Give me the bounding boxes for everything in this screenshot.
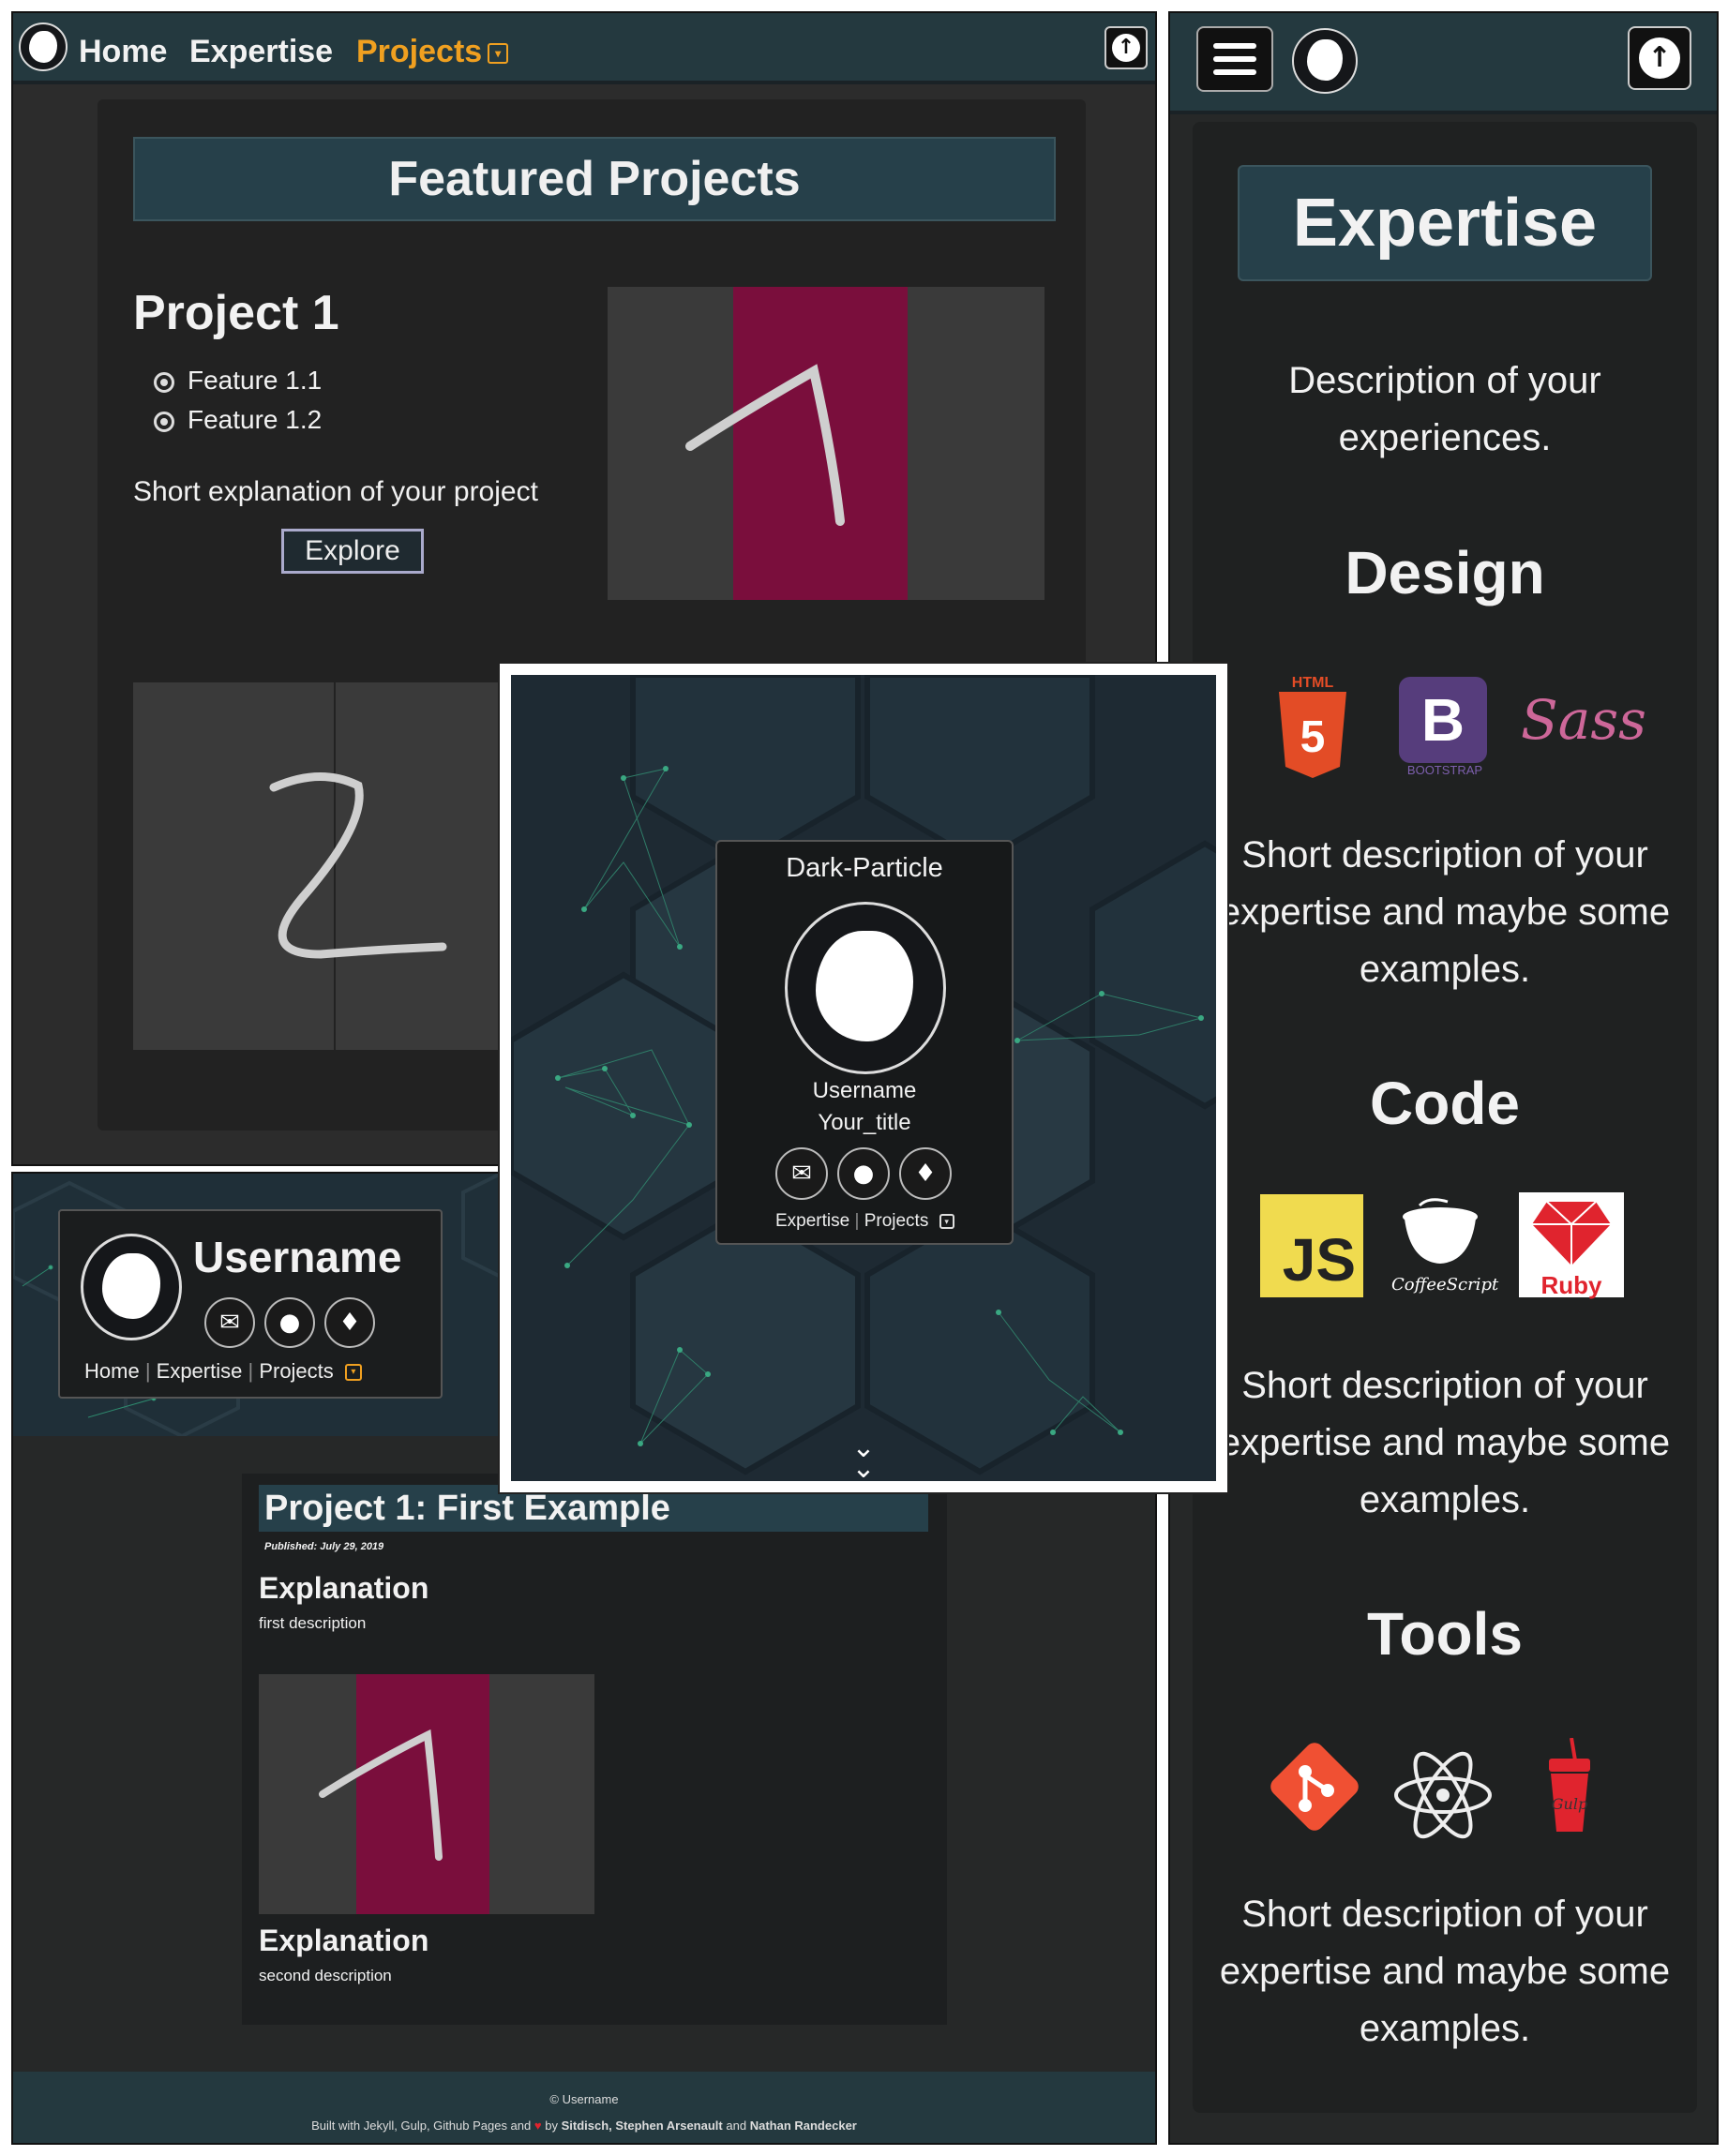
section-title-code: Code xyxy=(1370,1070,1520,1137)
section-heading: Explanation xyxy=(259,1571,429,1605)
chevron-down-icon[interactable]: ▾ xyxy=(344,1364,362,1382)
featured-projects-header: Featured Projects xyxy=(133,137,1056,221)
bootstrap-icon: B BOOTSTRAP xyxy=(1399,677,1491,789)
section-text-design: Short description of your expertise and … xyxy=(1219,834,1671,990)
user-title: Your_title xyxy=(818,1110,911,1135)
avatar[interactable] xyxy=(81,1234,182,1340)
particle-background: Dark-Particle Username Your_title ✉ ● ♦ … xyxy=(511,675,1216,1481)
site-logo[interactable] xyxy=(1292,28,1358,94)
section-title-tools: Tools xyxy=(1367,1600,1523,1668)
radio-icon xyxy=(154,371,174,393)
nav-expertise-link[interactable]: Expertise xyxy=(775,1211,849,1231)
double-chevron-down-icon[interactable]: ⌄ ⌄ xyxy=(511,1434,1216,1482)
section-title-design: Design xyxy=(1345,539,1545,606)
chevron-down-icon[interactable]: ▾ xyxy=(939,1213,954,1229)
site-title: Dark-Particle xyxy=(786,853,943,883)
expertise-page-screenshot: ↑ Expertise Description of your experien… xyxy=(1168,11,1719,2145)
nav-projects-link[interactable]: Projects ▾ xyxy=(356,34,509,70)
intro-card: Dark-Particle Username Your_title ✉ ● ♦ … xyxy=(715,840,1014,1245)
scroll-top-button[interactable]: ↑ xyxy=(1628,26,1691,90)
project-image-1[interactable] xyxy=(608,287,1044,600)
nav-expertise-link[interactable]: Expertise xyxy=(157,1359,243,1383)
published-date: Published: July 29, 2019 xyxy=(264,1541,384,1552)
heart-icon: ♥ xyxy=(533,2119,542,2133)
svg-text:Gulp: Gulp xyxy=(1552,1795,1587,1813)
twitter-icon[interactable]: ♦ xyxy=(899,1147,952,1200)
nav-home-link[interactable]: Home xyxy=(84,1359,140,1383)
expertise-description: Description of your experiences. xyxy=(1288,360,1601,458)
arrow-up-icon: ↑ xyxy=(1639,37,1680,79)
project-description: Short explanation of your project xyxy=(133,476,538,507)
card-nav: Expertise | Projects ▾ xyxy=(775,1211,954,1232)
email-icon[interactable]: ✉ xyxy=(775,1147,828,1200)
section-text: first description xyxy=(259,1614,367,1632)
site-logo[interactable] xyxy=(19,22,68,71)
gulp-icon: Gulp xyxy=(1543,1737,1596,1841)
section-heading: Explanation xyxy=(259,1924,429,1957)
project-image-2[interactable] xyxy=(133,682,527,1050)
sass-icon: Sass xyxy=(1521,688,1646,752)
digit-one-drawing xyxy=(685,364,845,526)
author-link[interactable]: Nathan Randecker xyxy=(750,2119,857,2133)
section-text-tools: Short description of your expertise and … xyxy=(1219,1894,1671,2049)
explore-button[interactable]: Explore xyxy=(281,529,424,574)
section-text: second description xyxy=(259,1967,392,1984)
svg-text:5: 5 xyxy=(1300,712,1326,762)
expertise-header: Expertise xyxy=(1238,165,1652,281)
copyright: © Username xyxy=(549,2092,619,2106)
username: Username xyxy=(193,1233,402,1281)
section-text-code: Short description of your expertise and … xyxy=(1219,1365,1671,1520)
github-icon[interactable]: ● xyxy=(837,1147,890,1200)
nav-home-link[interactable]: Home xyxy=(79,34,167,70)
top-navbar: Home Expertise Projects ▾ ↑ xyxy=(13,13,1155,84)
nav-expertise-link[interactable]: Expertise xyxy=(189,34,333,70)
git-icon xyxy=(1262,1734,1367,1839)
email-icon[interactable]: ✉ xyxy=(204,1297,255,1348)
radio-icon xyxy=(154,411,174,432)
github-icon[interactable]: ● xyxy=(264,1297,315,1348)
scroll-top-button[interactable]: ↑ xyxy=(1104,26,1148,69)
feature-item: Feature 1.2 xyxy=(154,405,322,435)
mobile-navbar: ↑ xyxy=(1170,13,1717,114)
twitter-icon[interactable]: ♦ xyxy=(324,1297,375,1348)
post-image[interactable] xyxy=(259,1674,594,1914)
arrow-up-icon: ↑ xyxy=(1112,34,1140,62)
profile-card: Username ✉ ● ♦ Home | Expertise | Projec… xyxy=(58,1209,443,1399)
site-footer: © Username Built with Jekyll, Gulp, Gith… xyxy=(13,2072,1155,2143)
coffeescript-icon: CoffeeScript xyxy=(1391,1196,1498,1299)
nav-projects-link[interactable]: Projects xyxy=(864,1211,929,1231)
javascript-icon: JS xyxy=(1260,1194,1363,1297)
atom-icon xyxy=(1391,1744,1495,1847)
author-links[interactable]: Sitdisch, Stephen Arsenault xyxy=(562,2119,723,2133)
username: Username xyxy=(812,1078,917,1103)
digit-two-drawing xyxy=(269,772,447,959)
feature-item: Feature 1.1 xyxy=(154,366,322,396)
ruby-icon: Ruby xyxy=(1519,1192,1624,1297)
footer-credits: Built with Jekyll, Gulp, Github Pages an… xyxy=(311,2119,857,2133)
digit-one-drawing xyxy=(319,1729,443,1861)
hamburger-menu-button[interactable] xyxy=(1196,26,1273,92)
chevron-down-icon[interactable]: ▾ xyxy=(488,43,509,65)
avatar[interactable] xyxy=(785,902,946,1074)
post-content: Project 1: First Example Published: July… xyxy=(242,1474,947,2025)
project-title: Project 1 xyxy=(133,286,339,340)
html5-icon: HTML 5 xyxy=(1275,675,1350,780)
landing-page-screenshot: Dark-Particle Username Your_title ✉ ● ♦ … xyxy=(500,664,1227,1492)
card-nav: Home | Expertise | Projects ▾ xyxy=(84,1359,362,1384)
nav-projects-link[interactable]: Projects xyxy=(259,1359,333,1383)
